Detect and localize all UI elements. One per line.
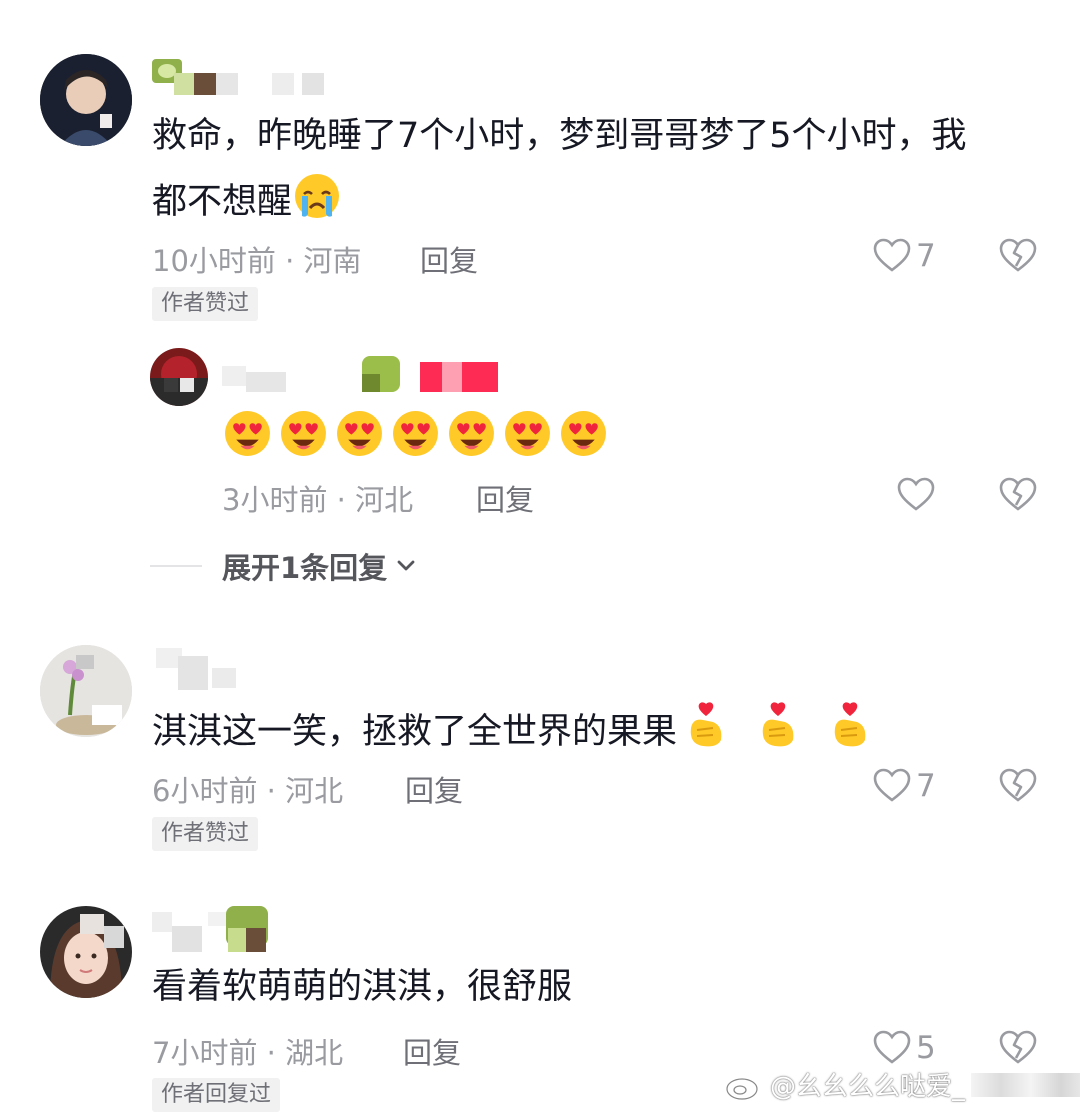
comment-time-location: 7小时前 · 湖北	[152, 1036, 344, 1070]
broken-heart-icon	[999, 238, 1037, 272]
comment-time-location: 10小时前 · 河南	[152, 244, 362, 278]
heart-eyes-emoji	[393, 411, 438, 456]
like-button[interactable]: 7	[872, 236, 936, 276]
reply-button[interactable]: 回复	[476, 477, 534, 519]
like-count: 5	[916, 1030, 936, 1066]
like-button[interactable]: 7	[872, 766, 936, 806]
comment-text-line2: 都不想醒	[152, 170, 342, 236]
heart-eyes-emoji	[561, 411, 606, 456]
heart-eyes-emoji	[225, 411, 270, 456]
reply-button[interactable]: 回复	[420, 238, 478, 280]
expand-replies-label: 展开1条回复	[222, 551, 388, 585]
heart-icon	[897, 477, 935, 511]
dislike-button[interactable]	[998, 236, 1038, 280]
weibo-logo-icon	[726, 1073, 762, 1100]
comment-text: 淇淇这一笑，拯救了全世界的果果	[152, 700, 873, 766]
finger-heart-emoji	[755, 700, 801, 766]
finger-heart-emoji	[683, 700, 729, 766]
username-redacted[interactable]	[156, 648, 276, 690]
broken-heart-icon	[999, 477, 1037, 511]
reply-button[interactable]: 回复	[405, 768, 463, 810]
chevron-down-icon	[397, 560, 415, 571]
heart-eyes-emoji	[449, 411, 494, 456]
like-button[interactable]	[896, 475, 936, 515]
like-count: 7	[916, 238, 936, 274]
author-replied-tag: 作者回复过	[152, 1078, 281, 1112]
comment-text: 看着软萌萌的淇淇，很舒服	[152, 967, 573, 1007]
avatar[interactable]	[40, 54, 132, 146]
avatar[interactable]	[40, 906, 132, 998]
broken-heart-icon	[999, 1030, 1037, 1064]
comment-text-line1: 救命，昨晚睡了7个小时，梦到哥哥梦了5个小时，我	[152, 116, 967, 156]
watermark-blur	[971, 1072, 1080, 1097]
dislike-button[interactable]	[998, 766, 1038, 810]
avatar[interactable]	[40, 645, 132, 737]
username-redacted[interactable]	[222, 352, 502, 392]
reply-button[interactable]: 回复	[403, 1030, 461, 1072]
comment-text-line2-content: 都不想醒	[152, 182, 293, 222]
divider	[150, 565, 202, 567]
comment-text-content: 淇淇这一笑，拯救了全世界的果果	[152, 712, 678, 752]
crying-face-emoji	[292, 170, 342, 236]
expand-replies-button[interactable]: 展开1条回复	[150, 545, 419, 587]
heart-eyes-emoji	[505, 411, 550, 456]
broken-heart-icon	[999, 768, 1037, 802]
weibo-watermark: @幺幺么么哒爱_	[724, 1066, 1080, 1103]
heart-icon	[873, 1030, 911, 1064]
dislike-button[interactable]	[998, 475, 1038, 519]
comment-time-location: 6小时前 · 河北	[152, 774, 344, 808]
username-redacted[interactable]	[152, 906, 282, 952]
heart-icon	[873, 238, 911, 272]
finger-heart-emoji	[827, 700, 873, 766]
username-redacted[interactable]	[152, 55, 362, 95]
like-count: 7	[916, 768, 936, 804]
like-button[interactable]: 5	[872, 1028, 936, 1068]
heart-eyes-emoji	[281, 411, 326, 456]
heart-icon	[873, 768, 911, 802]
reply-emojis	[222, 408, 609, 459]
reply-time-location: 3小时前 · 河北	[222, 483, 414, 517]
heart-eyes-emoji	[337, 411, 382, 456]
author-liked-tag: 作者赞过	[152, 817, 259, 851]
watermark-text: @幺幺么么哒爱_	[770, 1072, 966, 1102]
avatar[interactable]	[150, 348, 208, 406]
author-liked-tag: 作者赞过	[152, 287, 259, 321]
